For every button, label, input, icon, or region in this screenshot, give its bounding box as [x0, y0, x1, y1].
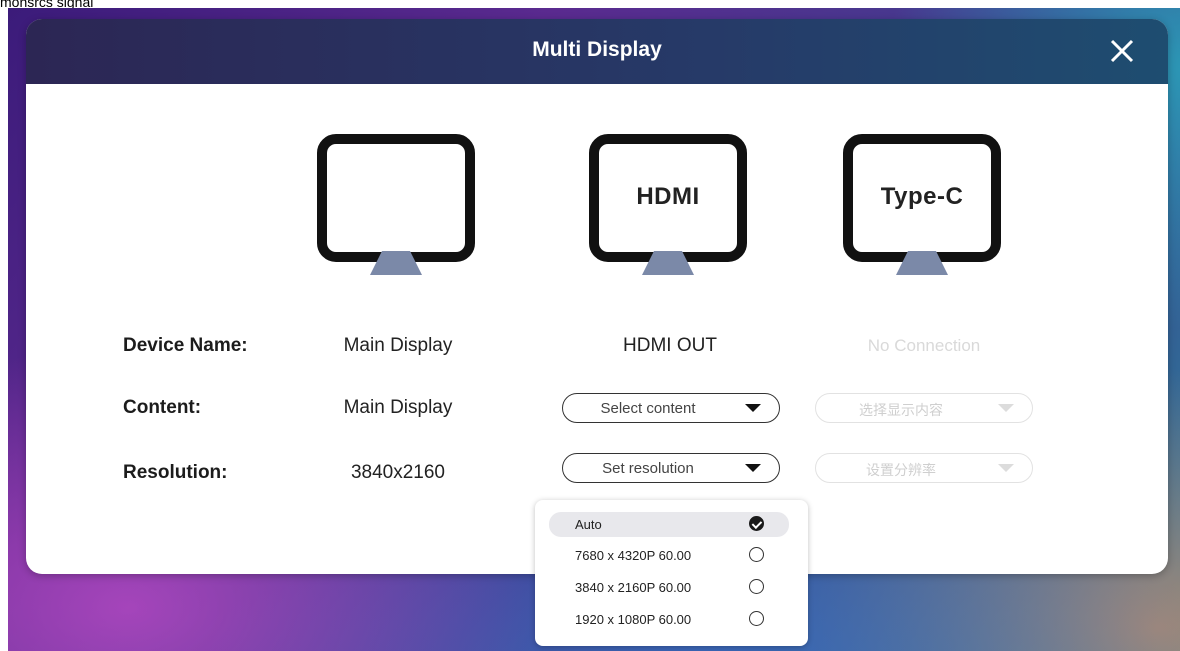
caret-down-icon	[745, 464, 761, 472]
resolution-label: Resolution:	[123, 462, 228, 483]
typec-content-dropdown: 选择显示内容	[815, 393, 1033, 423]
radio-unchecked-icon	[749, 547, 764, 562]
radio-checked-icon	[749, 516, 764, 531]
dropdown-value: 设置分辨率	[866, 462, 936, 478]
main-device-name: Main Display	[343, 335, 453, 356]
dialog-titlebar: Multi Display	[26, 19, 1168, 84]
resolution-option-1920x1080[interactable]: 1920 x 1080P 60.00	[549, 607, 789, 632]
dropdown-value: Select content	[600, 400, 696, 417]
dropdown-value: 选择显示内容	[859, 402, 943, 418]
close-button[interactable]	[1104, 33, 1140, 69]
caret-down-icon	[745, 404, 761, 412]
monitor-type-c[interactable]: Type-C	[842, 133, 1006, 275]
hdmi-device-name: HDMI OUT	[623, 335, 717, 356]
monitor-main-display[interactable]	[316, 133, 480, 275]
radio-unchecked-icon	[749, 611, 764, 626]
close-icon	[1110, 39, 1134, 63]
hdmi-content-dropdown[interactable]: Select content	[562, 393, 780, 423]
typec-resolution-dropdown: 设置分辨率	[815, 453, 1033, 483]
radio-unchecked-icon	[749, 579, 764, 594]
resolution-option-7680x4320[interactable]: 7680 x 4320P 60.00	[549, 543, 789, 568]
option-label: 1920 x 1080P 60.00	[575, 612, 692, 627]
option-label: Auto	[575, 517, 602, 532]
hdmi-resolution-dropdown[interactable]: Set resolution	[562, 453, 780, 483]
top-caption: monsrcs signal	[0, 0, 94, 10]
content-label: Content:	[123, 397, 202, 418]
multi-display-dialog: Multi Display	[26, 19, 1168, 574]
dropdown-value: Set resolution	[602, 460, 694, 477]
main-content-value: Main Display	[343, 397, 453, 418]
caret-down-icon	[998, 404, 1014, 412]
monitor-label: Type-C	[880, 183, 964, 210]
caret-down-icon	[998, 464, 1014, 472]
monitor-label: HDMI	[636, 183, 700, 210]
monitor-hdmi[interactable]: HDMI	[588, 133, 752, 275]
resolution-option-3840x2160[interactable]: 3840 x 2160P 60.00	[549, 575, 789, 600]
device-name-label: Device Name:	[123, 335, 248, 356]
typec-device-name: No Connection	[867, 336, 981, 355]
resolution-menu: Auto 7680 x 4320P 60.00 3840 x 2160P 60.…	[535, 500, 808, 646]
resolution-option-auto[interactable]: Auto	[549, 512, 789, 537]
main-resolution-value: 3840x2160	[350, 462, 446, 483]
option-label: 3840 x 2160P 60.00	[575, 580, 692, 595]
monitor-icon	[317, 134, 475, 275]
dialog-title: Multi Display	[532, 38, 662, 61]
option-label: 7680 x 4320P 60.00	[575, 548, 692, 563]
